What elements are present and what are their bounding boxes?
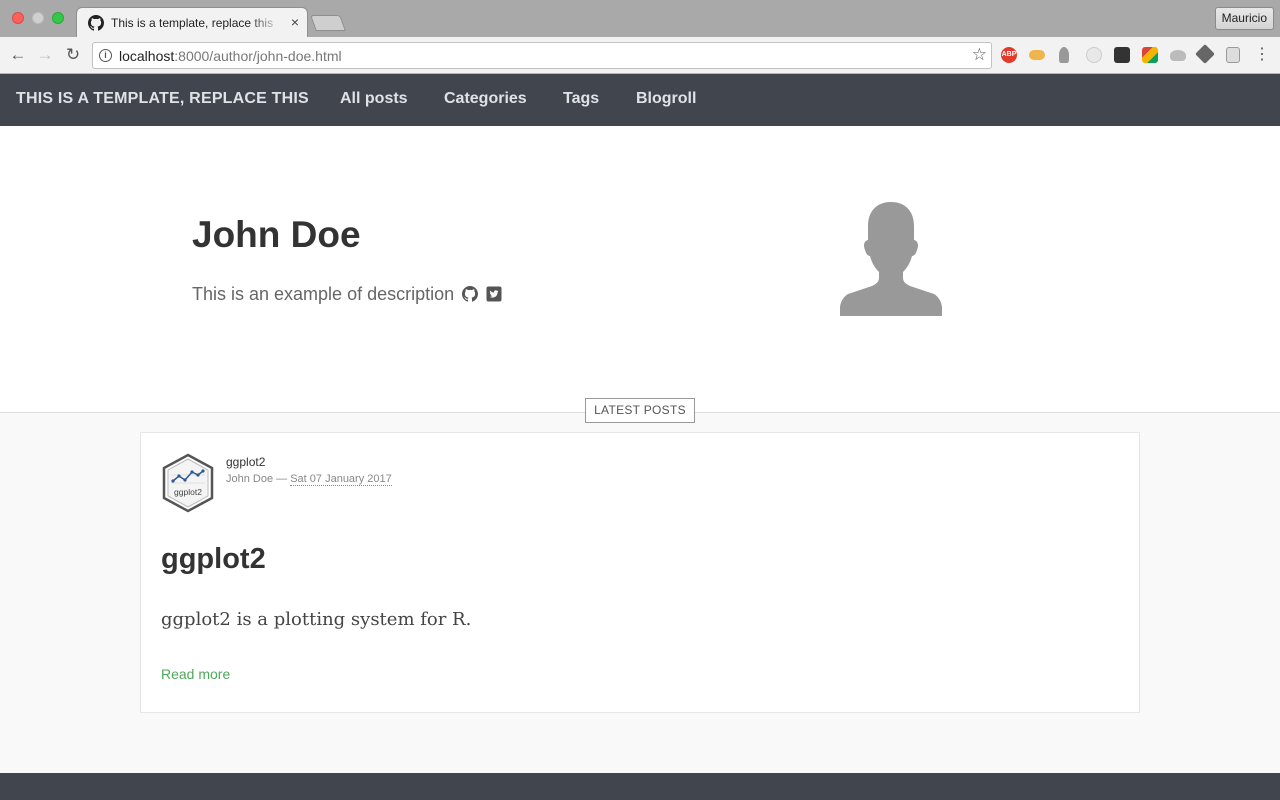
nav-link-blogroll[interactable]: Blogroll (636, 90, 696, 108)
latest-posts-label: LATEST POSTS (585, 398, 695, 423)
profile-button[interactable]: Mauricio (1214, 7, 1274, 30)
site-footer (0, 773, 1280, 800)
page-extension-icon[interactable] (1226, 47, 1240, 63)
window-maximize-button[interactable] (52, 12, 64, 24)
cloud-extension-icon[interactable] (1170, 50, 1186, 61)
site-navbar: THIS IS A TEMPLATE, REPLACE THIS All pos… (0, 74, 1280, 126)
browser-tab-active[interactable]: This is a template, replace this × (76, 7, 308, 37)
author-header: John Doe This is an example of descripti… (0, 126, 1280, 412)
ggplot2-logo-text: ggplot2 (174, 487, 202, 497)
nav-link-tags[interactable]: Tags (563, 90, 599, 108)
author-avatar-silhouette (840, 202, 942, 316)
adblock-extension-icon[interactable]: ABP (1001, 47, 1017, 63)
post-meta-byline: John Doe — Sat 07 January 2017 (226, 473, 392, 486)
author-description: This is an example of description (192, 284, 502, 305)
site-brand-link[interactable]: THIS IS A TEMPLATE, REPLACE THIS (16, 90, 309, 108)
circle-extension-icon[interactable] (1086, 47, 1102, 63)
new-tab-button[interactable] (310, 15, 346, 31)
tab-title: This is a template, replace this (111, 16, 274, 30)
menu-icon[interactable]: ⋮ (1254, 45, 1270, 65)
back-arrow-icon[interactable]: ← (8, 45, 28, 65)
tab-close-icon[interactable]: × (291, 14, 299, 30)
twitter-square-icon[interactable] (486, 286, 502, 302)
author-name: John Doe (192, 214, 361, 255)
forward-arrow-icon[interactable]: → (35, 45, 55, 65)
colorful-extension-icon[interactable] (1142, 47, 1158, 63)
window-close-button[interactable] (12, 12, 24, 24)
nav-link-all-posts[interactable]: All posts (340, 90, 408, 108)
github-icon[interactable] (462, 286, 479, 302)
url-text[interactable]: localhost:8000/author/john-doe.html (119, 48, 342, 64)
reader-extension-icon[interactable] (1114, 47, 1130, 63)
glasses-extension-icon[interactable] (1029, 50, 1045, 60)
bookmark-star-icon[interactable]: ☆ (972, 45, 987, 65)
post-excerpt: ggplot2 is a plotting system for R. (161, 609, 472, 630)
github-favicon-icon (88, 15, 104, 31)
address-bar[interactable]: i localhost:8000/author/john-doe.html ☆ (92, 42, 992, 69)
browser-titlebar: This is a template, replace this × Mauri… (0, 0, 1280, 37)
ggplot2-hex-logo-icon[interactable]: ggplot2 (161, 453, 215, 513)
post-title[interactable]: ggplot2 (161, 543, 266, 576)
post-card: ggplot2 ggplot2 John Doe — Sat 07 Januar… (140, 432, 1140, 713)
tools-extension-icon[interactable] (1195, 44, 1215, 64)
nav-link-categories[interactable]: Categories (444, 90, 527, 108)
post-meta-title[interactable]: ggplot2 (226, 455, 265, 469)
post-author[interactable]: John Doe (226, 473, 273, 485)
bird-extension-icon[interactable] (1059, 47, 1069, 63)
byline-separator: — (276, 473, 288, 485)
browser-toolbar: ← → ↻ i localhost:8000/author/john-doe.h… (0, 37, 1280, 74)
window-minimize-button[interactable] (32, 12, 44, 24)
reload-icon[interactable]: ↻ (63, 45, 83, 65)
read-more-link[interactable]: Read more (161, 666, 230, 682)
author-description-text: This is an example of description (192, 284, 455, 304)
post-date: Sat 07 January 2017 (290, 473, 392, 486)
info-icon[interactable]: i (99, 49, 112, 62)
